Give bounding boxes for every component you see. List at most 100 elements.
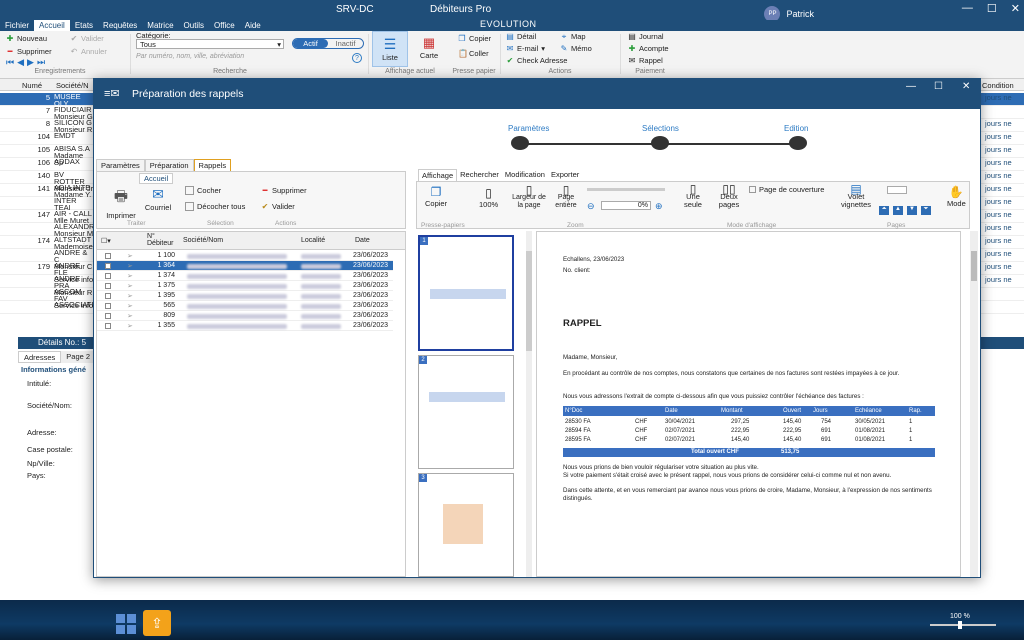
first-page-icon[interactable]: ⏶ (879, 206, 889, 215)
card-view-button[interactable]: ▦ Carte (412, 31, 446, 67)
col-debiteur[interactable]: N° Débiteur (147, 233, 175, 247)
list-item[interactable]: ➢ 1 375 23/06/2023 (97, 281, 393, 291)
list-item[interactable]: ➢ 1 355 23/06/2023 (97, 321, 393, 331)
thumb-scrollbar[interactable] (526, 231, 532, 577)
active-option[interactable]: Actif (293, 39, 328, 48)
minimize-icon[interactable]: — (906, 81, 916, 92)
row-checkbox[interactable] (105, 313, 111, 319)
zoom-track[interactable] (587, 188, 665, 191)
row-checkbox[interactable] (105, 273, 111, 279)
detail-button[interactable]: ▤ Détail (506, 32, 536, 41)
page-thumbnail[interactable]: 1 (418, 235, 514, 351)
menu-fichier[interactable]: Fichier (0, 20, 34, 31)
col-numero[interactable]: Numé (22, 81, 42, 90)
last-record-icon[interactable]: ⏭ (37, 57, 45, 68)
list-view-button[interactable]: ☰ Liste (372, 31, 408, 67)
step-parametres[interactable]: Paramètres (508, 124, 549, 133)
menu-matrice[interactable]: Matrice (142, 20, 178, 31)
row-checkbox[interactable] (105, 263, 111, 269)
record-nav[interactable]: ⏮ ◀ ▶ ⏭ (6, 57, 45, 68)
row-checkbox[interactable] (105, 253, 111, 259)
validate-button[interactable]: ✔ Valider (70, 34, 104, 43)
menu-etats[interactable]: Etats (70, 20, 98, 31)
document-scrollbar[interactable] (970, 231, 978, 577)
tab-rappels[interactable]: Rappels (193, 159, 232, 171)
page-width-button[interactable]: ▯ Largeur de la page (509, 184, 549, 210)
list-item[interactable]: ➢ 809 23/06/2023 (97, 311, 393, 321)
inactive-option[interactable]: Inactif (328, 39, 363, 48)
list-item[interactable]: ➢ 1 100 23/06/2023 (97, 251, 393, 261)
list-item[interactable]: ➢ 565 23/06/2023 (97, 301, 393, 311)
zoom-slider[interactable] (930, 621, 996, 629)
cover-page-checkbox[interactable]: Page de couverture (749, 185, 824, 194)
first-record-icon[interactable]: ⏮ (6, 57, 14, 68)
tab-modification[interactable]: Modification (502, 169, 548, 181)
close-icon[interactable]: ✕ (962, 81, 970, 92)
mode-button[interactable]: ✋ Mode (947, 185, 966, 208)
row-checkbox[interactable] (105, 323, 111, 329)
start-grid-icon[interactable] (116, 614, 136, 634)
copy-button[interactable]: ❐ Copier (458, 34, 491, 43)
menu-accueil[interactable]: Accueil (34, 20, 70, 31)
help-icon[interactable]: ? (352, 53, 362, 63)
search-input[interactable]: Par numéro, nom, ville, abréviation (136, 53, 348, 63)
tab-preparation[interactable]: Préparation (144, 159, 194, 171)
tab-affichage[interactable]: Affichage (418, 169, 458, 181)
maximize-icon[interactable]: ☐ (987, 2, 997, 15)
last-page-icon[interactable]: ⏷ (921, 206, 931, 215)
prev-record-icon[interactable]: ◀ (17, 57, 24, 68)
row-checkbox[interactable] (105, 303, 111, 309)
viewer-copy-button[interactable]: ❐ Copier (425, 185, 447, 208)
page-thumbnail[interactable]: 2 (418, 355, 514, 469)
valider-button[interactable]: ✔ Valider (261, 202, 295, 211)
memo-button[interactable]: ✎ Mémo (560, 44, 592, 53)
row-checkbox[interactable] (105, 293, 111, 299)
tab-page2[interactable]: Page 2 (61, 351, 96, 363)
print-button[interactable]: 🖶 Imprimer (105, 186, 137, 220)
email-button[interactable]: ✉ E-mail ▾ (506, 44, 545, 53)
list-item[interactable]: ➢ 1 395 23/06/2023 (97, 291, 393, 301)
step-edition[interactable]: Edition (784, 124, 808, 133)
tab-exporter[interactable]: Exporter (548, 169, 582, 181)
acompte-button[interactable]: ✚ Acompte (628, 44, 669, 53)
col-date[interactable]: Date (355, 237, 370, 244)
check-address-button[interactable]: ✔ Check Adresse (506, 56, 568, 65)
step-selections[interactable]: Sélections (642, 124, 679, 133)
menu-outils[interactable]: Outils (179, 20, 209, 31)
step-dot-2[interactable] (651, 136, 669, 150)
prev-page-icon[interactable]: ▲ (893, 206, 903, 215)
step-dot-1[interactable] (511, 136, 529, 150)
menu-requetes[interactable]: Requêtes (98, 20, 142, 31)
active-toggle[interactable]: Actif Inactif (292, 38, 364, 49)
select-all-checkbox[interactable]: ☐▾ (101, 237, 111, 245)
full-page-button[interactable]: ▯ Page entière (551, 184, 581, 210)
zoom-input[interactable]: 0% (601, 201, 651, 210)
list-item[interactable]: ➢ 1 374 23/06/2023 (97, 271, 393, 281)
next-record-icon[interactable]: ▶ (27, 57, 34, 68)
menu-office[interactable]: Office (209, 20, 240, 31)
list-item[interactable]: ➢ 1 364 23/06/2023 (97, 261, 393, 271)
paste-button[interactable]: 📋 Coller (458, 49, 489, 58)
minimize-icon[interactable]: — (962, 2, 973, 15)
tab-parametres[interactable]: Paramètres (96, 159, 145, 171)
rappel-button[interactable]: ✉ Rappel (628, 56, 663, 65)
page-input[interactable] (887, 186, 907, 194)
tab-accueil[interactable]: Accueil (139, 173, 174, 184)
journal-button[interactable]: ▤ Journal (628, 32, 663, 41)
menu-aide[interactable]: Aide (240, 20, 266, 31)
close-icon[interactable]: ✕ (1011, 2, 1020, 15)
col-localite[interactable]: Localité (301, 237, 325, 244)
new-button[interactable]: ✚ Nouveau (6, 34, 47, 43)
uncheck-all-button[interactable]: Décocher tous (185, 202, 245, 211)
delete-button[interactable]: ━ Supprimer (6, 47, 52, 56)
next-page-icon[interactable]: ▼ (907, 206, 917, 215)
zoom-out-icon[interactable]: ⊖ (587, 201, 595, 212)
zoom-in-icon[interactable]: ⊕ (655, 201, 663, 212)
tab-rechercher[interactable]: Rechercher (457, 169, 502, 181)
category-select[interactable]: Tous ▾ (136, 39, 284, 49)
map-button[interactable]: ⌖ Map (560, 32, 586, 41)
tab-adresses[interactable]: Adresses (18, 351, 62, 363)
check-button[interactable]: Cocher (185, 186, 221, 195)
supprimer-button[interactable]: ━ Supprimer (261, 186, 307, 195)
maximize-icon[interactable]: ☐ (934, 81, 943, 92)
